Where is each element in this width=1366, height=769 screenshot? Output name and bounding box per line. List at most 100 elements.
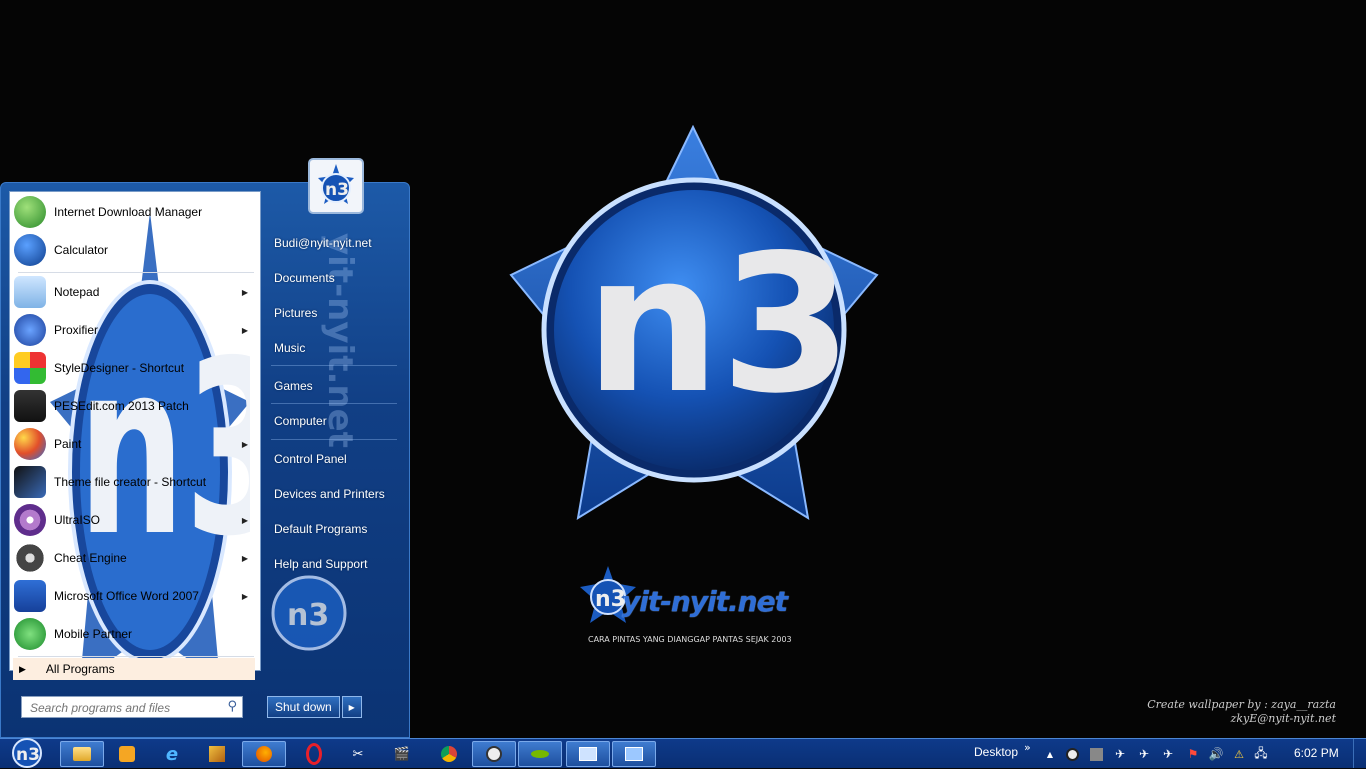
logo-n3-text: n3 bbox=[585, 214, 852, 435]
submenu-arrow-icon: ▶ bbox=[241, 553, 248, 563]
submenu-arrow-icon: ▶ bbox=[241, 439, 248, 449]
start-menu: n3 Internet Download Manager Calculator … bbox=[0, 182, 410, 738]
explorer-folder-icon bbox=[73, 747, 91, 761]
taskbar-opera[interactable] bbox=[292, 741, 336, 767]
internet-explorer-icon: e bbox=[165, 743, 179, 765]
separator bbox=[271, 439, 397, 440]
taskbar-internet-explorer[interactable]: e bbox=[150, 741, 194, 767]
n3-star-logo: n3 bbox=[509, 125, 879, 521]
proxifier-icon bbox=[14, 314, 46, 346]
app-tray-icon[interactable] bbox=[1064, 746, 1080, 762]
search-icon[interactable]: ⚲ bbox=[227, 699, 237, 714]
programs-pane: n3 Internet Download Manager Calculator … bbox=[9, 191, 261, 671]
cheat-engine-gear-icon bbox=[14, 542, 46, 574]
place-control-panel[interactable]: Control Panel bbox=[274, 452, 347, 466]
all-programs-button[interactable]: ▶ All Programs bbox=[13, 658, 255, 680]
notepad-icon bbox=[14, 276, 46, 308]
mobile-partner-icon bbox=[14, 618, 46, 650]
shutdown-options-arrow-icon[interactable]: ▶ bbox=[341, 696, 362, 718]
place-pictures[interactable]: Pictures bbox=[274, 306, 317, 320]
submenu-arrow-icon: ▶ bbox=[241, 287, 248, 297]
action-center-flag-icon[interactable]: ⚑ bbox=[1185, 746, 1201, 762]
user-name-link[interactable]: Budi@nyit-nyit.net bbox=[274, 236, 372, 250]
network-manager-icon bbox=[625, 747, 643, 761]
bird-tray-icon-3[interactable]: ✈ bbox=[1160, 746, 1176, 762]
program-item[interactable]: Internet Download Manager bbox=[10, 194, 260, 230]
submenu-arrow-icon: ▶ bbox=[241, 591, 248, 601]
chrome-icon bbox=[441, 746, 457, 762]
program-item[interactable]: Theme file creator - Shortcut bbox=[10, 464, 260, 500]
credit-author: Create wallpaper by : zaya__razta bbox=[1147, 698, 1336, 711]
bird-tray-icon[interactable]: ✈ bbox=[1112, 746, 1128, 762]
taskbar-remote-monitor[interactable] bbox=[566, 741, 610, 767]
n3-calculator-icon bbox=[14, 234, 46, 266]
word-icon bbox=[14, 580, 46, 612]
remote-monitor-icon bbox=[579, 747, 597, 761]
program-item[interactable]: Mobile Partner bbox=[10, 616, 260, 652]
program-item[interactable]: Calculator bbox=[10, 232, 260, 268]
nvidia-icon bbox=[531, 750, 549, 758]
media-player-icon bbox=[119, 746, 135, 762]
svg-text:n3: n3 bbox=[16, 745, 40, 765]
program-item[interactable]: UltraISO ▶ bbox=[10, 502, 260, 538]
submenu-arrow-icon: ▶ bbox=[241, 515, 248, 525]
bird-tray-icon-2[interactable]: ✈ bbox=[1136, 746, 1152, 762]
place-games[interactable]: Games bbox=[274, 379, 313, 393]
separator bbox=[271, 365, 397, 366]
place-documents[interactable]: Documents bbox=[274, 271, 335, 285]
start-orb-icon[interactable]: n3 bbox=[8, 737, 46, 769]
program-item[interactable]: Microsoft Office Word 2007 ▶ bbox=[10, 578, 260, 614]
program-item[interactable]: Cheat Engine ▶ bbox=[10, 540, 260, 576]
idm-globe-icon bbox=[14, 196, 46, 228]
movie-maker-icon: 🎬 bbox=[393, 746, 411, 762]
shutdown-group: Shut down ▶ bbox=[267, 696, 362, 718]
place-computer[interactable]: Computer bbox=[274, 414, 327, 428]
taskbar-chrome[interactable] bbox=[427, 741, 471, 767]
place-devices-printers[interactable]: Devices and Printers bbox=[274, 487, 385, 501]
taskbar-photo-viewer[interactable] bbox=[195, 741, 239, 767]
svg-text:n3: n3 bbox=[287, 598, 329, 633]
place-default-programs[interactable]: Default Programs bbox=[274, 522, 367, 536]
separator bbox=[18, 656, 254, 657]
volume-icon[interactable]: 🔊 bbox=[1208, 746, 1224, 762]
taskbar: n3 e ✂ 🎬 Desktop » ▲ ✈ ✈ ✈ ⚑ 🔊 ⚠ 🖧 6:02 … bbox=[0, 738, 1366, 768]
brand-name: yit-nyit.net bbox=[622, 585, 788, 618]
snipping-tool-icon: ✂ bbox=[352, 746, 364, 762]
credit-email: zkyE@nyit-nyit.net bbox=[1230, 712, 1336, 725]
program-item[interactable]: Proxifier ▶ bbox=[10, 312, 260, 348]
clock[interactable]: 6:02 PM bbox=[1294, 746, 1339, 760]
pesedit-icon bbox=[14, 390, 46, 422]
taskbar-network-manager[interactable] bbox=[612, 741, 656, 767]
paint-icon bbox=[14, 428, 46, 460]
desktop-toolbar-label[interactable]: Desktop bbox=[974, 745, 1018, 759]
n3-app-icon bbox=[486, 746, 502, 762]
program-item[interactable]: PESEdit.com 2013 Patch bbox=[10, 388, 260, 424]
taskbar-snipping-tool[interactable]: ✂ bbox=[336, 741, 380, 767]
toolbar-chevron-icon[interactable]: » bbox=[1024, 741, 1031, 754]
taskbar-explorer[interactable] bbox=[60, 741, 104, 767]
taskbar-movie-maker[interactable]: 🎬 bbox=[380, 741, 424, 767]
program-item[interactable]: StyleDesigner - Shortcut bbox=[10, 350, 260, 386]
taskbar-nvidia[interactable] bbox=[518, 741, 562, 767]
program-item[interactable]: Notepad ▶ bbox=[10, 274, 260, 310]
taskbar-media-player[interactable] bbox=[105, 741, 149, 767]
wallpaper-credit: Create wallpaper by : zaya__razta zkyE@n… bbox=[1147, 698, 1336, 726]
submenu-arrow-icon: ▶ bbox=[241, 325, 248, 335]
program-item[interactable]: Paint ▶ bbox=[10, 426, 260, 462]
place-music[interactable]: Music bbox=[274, 341, 305, 355]
search-input[interactable] bbox=[28, 698, 222, 718]
taskbar-n3-app[interactable] bbox=[472, 741, 516, 767]
user-picture-icon[interactable]: n3 bbox=[308, 158, 364, 214]
ultraiso-disc-icon bbox=[14, 504, 46, 536]
shutdown-button[interactable]: Shut down bbox=[267, 696, 340, 718]
square-tray-icon[interactable] bbox=[1088, 746, 1104, 762]
network-warning-icon[interactable]: ⚠ bbox=[1231, 746, 1247, 762]
svg-text:n3: n3 bbox=[325, 180, 349, 200]
place-help-support[interactable]: Help and Support bbox=[274, 557, 367, 571]
theme-creator-icon bbox=[14, 466, 46, 498]
language-icon[interactable]: 🖧 bbox=[1253, 746, 1269, 762]
search-box[interactable]: ⚲ bbox=[21, 696, 243, 718]
taskbar-firefox[interactable] bbox=[242, 741, 286, 767]
show-desktop-button[interactable] bbox=[1353, 739, 1366, 768]
show-hidden-icon[interactable]: ▲ bbox=[1042, 746, 1058, 762]
